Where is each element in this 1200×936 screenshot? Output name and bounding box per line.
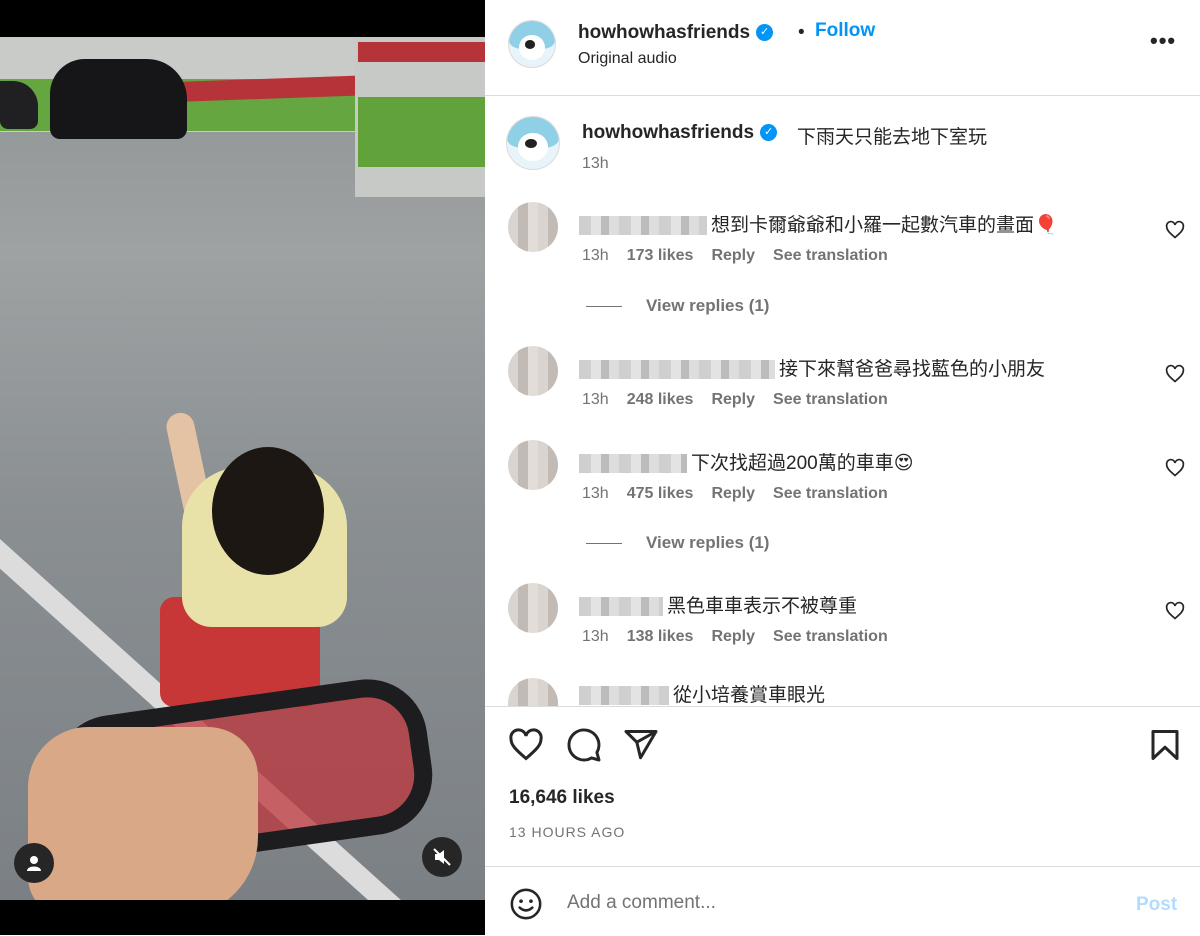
post-actions: 16,646 likes 13 HOURS AGO [485, 706, 1200, 867]
reply-button[interactable]: Reply [711, 247, 755, 264]
caption-username[interactable]: howhowhasfriends ✓ [582, 122, 778, 144]
comment-body: 黑色車車表示不被尊重 [579, 591, 857, 618]
video-panel[interactable] [0, 0, 485, 935]
comment-text: 從小培養賞車眼光 [673, 685, 826, 706]
verified-check-icon: ✓ [756, 24, 774, 42]
commenter-avatar-blurred[interactable] [508, 202, 558, 252]
commenter-name-blurred[interactable] [579, 597, 663, 617]
follow-button[interactable]: Follow [815, 20, 875, 42]
view-replies-button[interactable]: View replies (1) [586, 533, 769, 553]
comment-text: 下次找超過200萬的車車😍 [691, 453, 914, 474]
see-translation-button[interactable]: See translation [773, 628, 888, 645]
caption-text: 下雨天只能去地下室玩 [797, 127, 988, 148]
post-likes-count[interactable]: 16,646 likes [509, 787, 615, 809]
reply-button[interactable]: Reply [711, 485, 755, 502]
comment-composer: Post [485, 866, 1200, 936]
reel-video[interactable] [0, 37, 485, 900]
speaker-muted-icon [433, 848, 451, 866]
scene-pillar-green [358, 97, 485, 167]
scene-pillar-red [358, 42, 485, 62]
heart-icon[interactable] [508, 727, 544, 763]
emoji-icon[interactable] [509, 887, 543, 921]
like-comment-heart-icon[interactable] [1165, 364, 1185, 384]
commenter-avatar-blurred[interactable] [508, 440, 558, 490]
commenter-name-blurred[interactable] [579, 454, 687, 474]
like-comment-heart-icon[interactable] [1165, 458, 1185, 478]
user-icon [27, 856, 41, 871]
commenter-avatar-blurred[interactable] [508, 583, 558, 633]
replies-dash [586, 306, 622, 308]
mute-button[interactable] [422, 837, 462, 877]
reply-button[interactable]: Reply [711, 628, 755, 645]
comment-text: 黑色車車表示不被尊重 [667, 596, 858, 617]
comment-likes[interactable]: 475 likes [627, 485, 694, 502]
separator-dot: • [798, 22, 805, 43]
view-replies-label[interactable]: View replies (1) [646, 533, 769, 552]
comment-time[interactable]: 13h [582, 485, 609, 502]
caption-time[interactable]: 13h [582, 155, 609, 173]
see-translation-button[interactable]: See translation [773, 485, 888, 502]
comment-input[interactable] [565, 887, 1089, 919]
comment-body: 想到卡爾爺爺和小羅一起數汽車的畫面🎈 [579, 210, 1058, 237]
commenter-name-blurred[interactable] [579, 360, 775, 380]
comment-time[interactable]: 13h [582, 247, 609, 264]
replies-dash [586, 543, 622, 545]
view-replies-label[interactable]: View replies (1) [646, 296, 769, 315]
comment-meta: 13h 475 likes Reply See translation [582, 485, 906, 503]
scene-hand [28, 727, 258, 900]
scene-car-black [50, 59, 187, 139]
post-time-ago[interactable]: 13 HOURS AGO [509, 824, 625, 840]
author-username-text[interactable]: howhowhasfriends [578, 22, 750, 43]
caption-avatar[interactable] [506, 116, 560, 170]
comment-body: 下次找超過200萬的車車😍 [579, 448, 914, 475]
commenter-avatar-blurred[interactable] [508, 346, 558, 396]
audio-link[interactable]: Original audio [578, 50, 677, 68]
post-side-panel: howhowhasfriends ✓ • Follow Original audi… [485, 0, 1200, 935]
comment-icon[interactable] [566, 727, 602, 763]
comment-time[interactable]: 13h [582, 391, 609, 408]
commenter-avatar-blurred[interactable] [508, 678, 558, 706]
see-translation-button[interactable]: See translation [773, 391, 888, 408]
comment-time[interactable]: 13h [582, 628, 609, 645]
comment-meta: 13h 248 likes Reply See translation [582, 391, 906, 409]
comment-text: 接下來幫爸爸尋找藍色的小朋友 [779, 359, 1046, 380]
tagged-users-button[interactable] [14, 843, 54, 883]
comment-body: 從小培養賞車眼光 [579, 680, 825, 706]
comment-likes[interactable]: 138 likes [627, 628, 694, 645]
see-translation-button[interactable]: See translation [773, 247, 888, 264]
like-comment-heart-icon[interactable] [1165, 220, 1185, 240]
save-bookmark-icon[interactable] [1147, 727, 1183, 763]
comment-meta: 13h 138 likes Reply See translation [582, 628, 906, 646]
post-comment-button[interactable]: Post [1136, 894, 1177, 916]
more-options-button[interactable]: ••• [1150, 28, 1176, 54]
comment-body: 接下來幫爸爸尋找藍色的小朋友 [579, 354, 1045, 381]
verified-check-icon: ✓ [760, 124, 778, 142]
share-icon[interactable] [623, 727, 659, 763]
post-header: howhowhasfriends ✓ • Follow Original audi… [485, 0, 1200, 96]
comment-likes[interactable]: 173 likes [627, 247, 694, 264]
author-username[interactable]: howhowhasfriends ✓ [578, 22, 774, 44]
like-comment-heart-icon[interactable] [1165, 601, 1185, 621]
comments-list[interactable]: howhowhasfriends ✓ 下雨天只能去地下室玩 13h 想到卡爾爺爺和… [485, 96, 1200, 706]
reply-button[interactable]: Reply [711, 391, 755, 408]
scene-child-head [212, 447, 324, 575]
commenter-name-blurred[interactable] [579, 216, 707, 236]
caption-username-text[interactable]: howhowhasfriends [582, 122, 754, 143]
comment-likes[interactable]: 248 likes [627, 391, 694, 408]
commenter-name-blurred[interactable] [579, 686, 669, 706]
author-avatar[interactable] [508, 20, 556, 68]
view-replies-button[interactable]: View replies (1) [586, 296, 769, 316]
comment-meta: 13h 173 likes Reply See translation [582, 247, 906, 265]
comment-text: 想到卡爾爺爺和小羅一起數汽車的畫面🎈 [711, 215, 1058, 236]
